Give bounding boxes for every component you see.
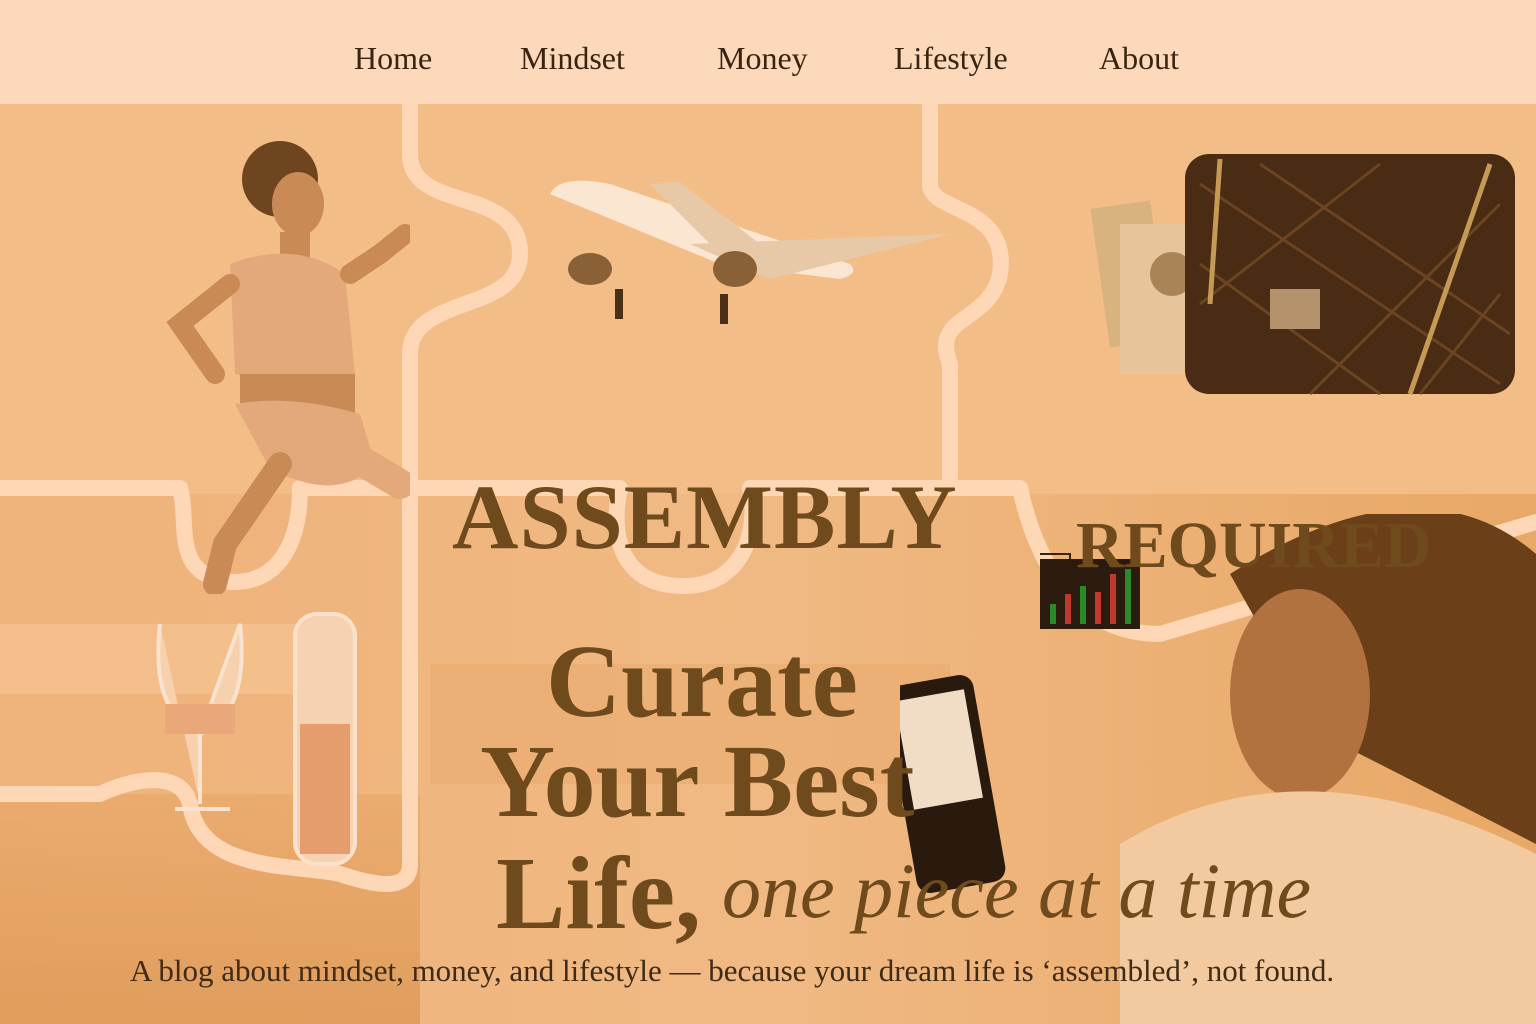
nav-home-link[interactable]: Home (354, 40, 432, 77)
nav-lifestyle-link[interactable]: Lifestyle (894, 40, 1008, 77)
runner-image (166, 141, 410, 594)
headline-line-2: Your Best (480, 724, 915, 839)
handbag-money-image (1090, 154, 1515, 396)
headline-line-3: Life, (496, 836, 702, 951)
hero-collage: ASSEMBLY REQUIRED Curate Your Best Life,… (0, 104, 1536, 1024)
airplane-image (550, 180, 950, 324)
brand-title-required: REQUIRED (1076, 509, 1432, 582)
top-nav: Home Mindset Money Lifestyle About (0, 0, 1536, 104)
nav-mindset-link[interactable]: Mindset (520, 40, 625, 77)
headline-italic: one piece at a time (722, 847, 1312, 934)
drinks-image (156, 612, 357, 866)
woman-phone-image (900, 514, 1536, 1024)
nav-money-link[interactable]: Money (717, 40, 808, 77)
brand-title-assembly: ASSEMBLY (452, 466, 958, 568)
headline-line-1: Curate (546, 624, 858, 739)
nav-about-link[interactable]: About (1099, 40, 1179, 77)
tagline: A blog about mindset, money, and lifesty… (130, 953, 1335, 988)
